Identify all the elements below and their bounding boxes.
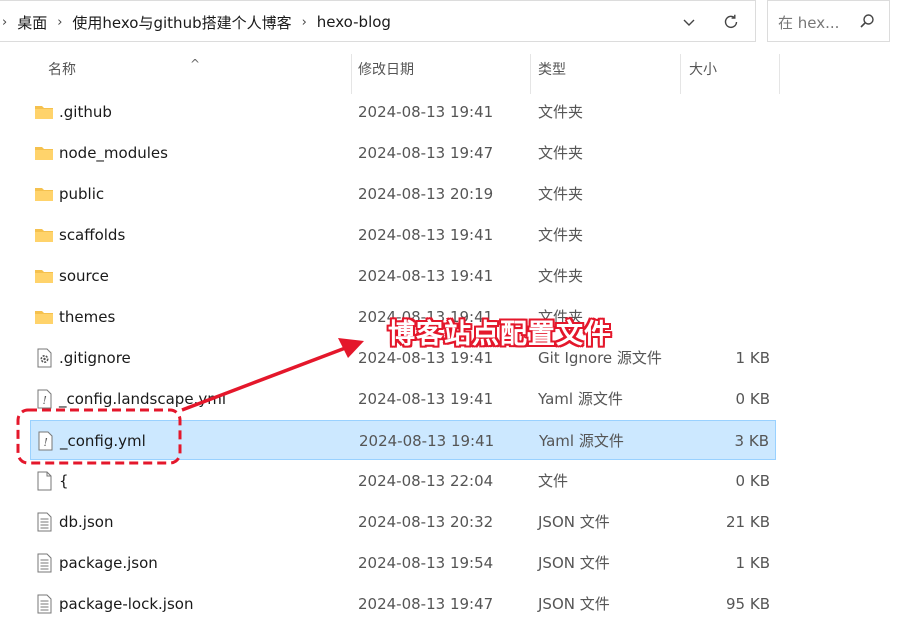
- annotation-arrow-line: [181, 345, 349, 412]
- highlight-dashed-box: [16, 408, 182, 465]
- annotation-label: 博客站点配置文件: [388, 319, 612, 350]
